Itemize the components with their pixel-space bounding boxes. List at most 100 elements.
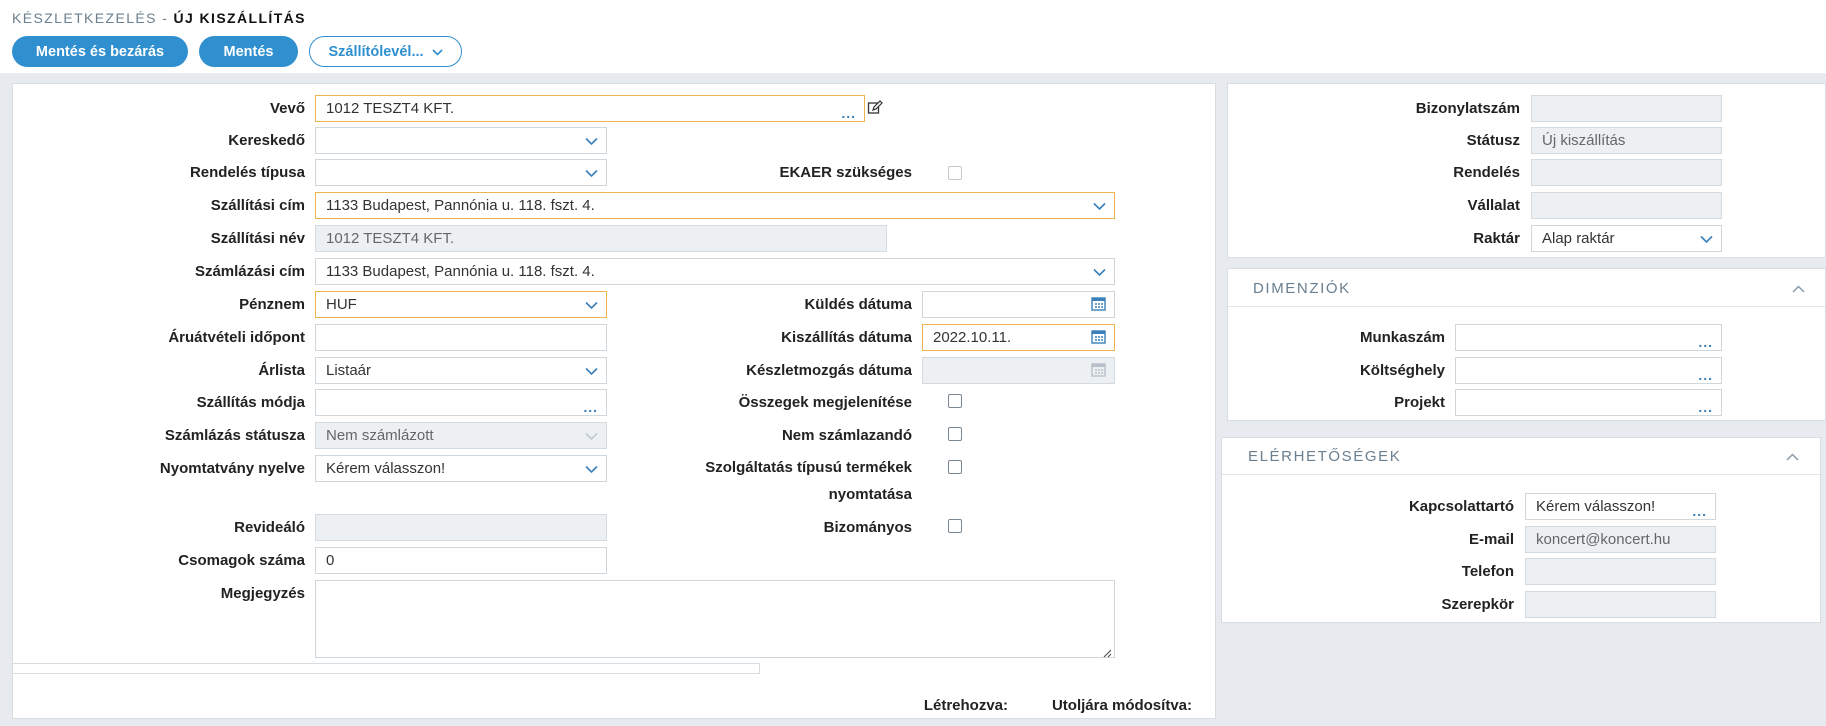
kiszallitas-datuma-value: 2022.10.11. xyxy=(933,329,1012,346)
delivery-note-dropdown-button[interactable]: Szállítólevél... xyxy=(309,36,462,67)
szallitasi-cim-value: 1133 Budapest, Pannónia u. 118. fszt. 4. xyxy=(326,197,595,214)
info-panel xyxy=(1227,83,1826,258)
email-field[interactable]: koncert@koncert.hu xyxy=(1525,526,1716,553)
munkaszam-field[interactable]: ... xyxy=(1455,324,1722,351)
chevron-up-icon[interactable] xyxy=(1792,280,1805,296)
szerepkor-field[interactable] xyxy=(1525,591,1716,618)
revidealo-label: Revideáló xyxy=(234,519,305,536)
szallitasi-nev-value: 1012 TESZT4 KFT. xyxy=(326,230,455,247)
aruatveteli-label: Áruátvételi időpont xyxy=(168,329,305,346)
more-dots-icon[interactable]: ... xyxy=(1692,504,1707,518)
munkaszam-label: Munkaszám xyxy=(1359,329,1445,346)
arlista-select[interactable]: Listaár xyxy=(315,357,607,384)
email-value: koncert@koncert.hu xyxy=(1536,531,1671,548)
kiszallitas-datuma-field[interactable]: 2022.10.11. xyxy=(922,324,1115,351)
vallalat-field[interactable] xyxy=(1531,192,1722,219)
osszegek-checkbox[interactable] xyxy=(948,394,962,408)
szallitas-modja-label: Szállítás módja xyxy=(196,394,305,411)
raktar-label: Raktár xyxy=(1473,230,1520,247)
kereskedo-select[interactable] xyxy=(315,127,607,154)
chevron-down-icon xyxy=(585,461,598,476)
kapcsolattarto-label: Kapcsolattartó xyxy=(1408,498,1514,515)
page-title: ÚJ KISZÁLLÍTÁS xyxy=(173,10,306,26)
szallitasi-nev-field[interactable]: 1012 TESZT4 KFT. xyxy=(315,225,887,252)
csomagok-value: 0 xyxy=(326,552,335,569)
keszletmozgas-datuma-label: Készletmozgás dátuma xyxy=(746,362,912,379)
letrehozva-label: Létrehozva: xyxy=(923,697,1008,714)
szallitasi-cim-label: Szállítási cím xyxy=(210,197,305,214)
rendeles-label: Rendelés xyxy=(1453,164,1520,181)
telefon-field[interactable] xyxy=(1525,558,1716,585)
szolgaltatas-checkbox[interactable] xyxy=(948,460,962,474)
koltseghely-label: Költséghely xyxy=(1359,362,1445,379)
rendeles-field[interactable] xyxy=(1531,159,1722,186)
megjegyzes-textarea[interactable] xyxy=(315,580,1115,658)
megjegyzes-label: Megjegyzés xyxy=(220,585,305,602)
koltseghely-field[interactable]: ... xyxy=(1455,357,1722,384)
more-dots-icon[interactable]: ... xyxy=(1698,400,1713,414)
penznem-select[interactable]: HUF xyxy=(315,291,607,318)
delivery-note-label: Szállítólevél... xyxy=(328,43,424,60)
divider xyxy=(1228,306,1825,307)
horizontal-scrollbar[interactable] xyxy=(12,663,760,674)
edit-icon[interactable] xyxy=(867,100,883,120)
elerhetosegek-title: ELÉRHETŐSÉGEK xyxy=(1248,448,1402,465)
keszletmozgas-datuma-field[interactable] xyxy=(922,357,1115,384)
resize-handle-icon[interactable] xyxy=(1102,645,1112,658)
aruatveteli-field[interactable] xyxy=(315,324,607,351)
calendar-icon[interactable] xyxy=(1091,296,1106,314)
bizonylatszam-field[interactable] xyxy=(1531,95,1722,122)
more-dots-icon[interactable]: ... xyxy=(1698,335,1713,349)
chevron-down-icon xyxy=(585,297,598,312)
kiszallitas-datuma-label: Kiszállítás dátuma xyxy=(781,329,912,346)
szamlazas-statusza-select[interactable]: Nem számlázott xyxy=(315,422,607,449)
statusz-field[interactable]: Új kiszállítás xyxy=(1531,127,1722,154)
projekt-field[interactable]: ... xyxy=(1455,389,1722,416)
szamlazas-statusza-label: Számlázás státusza xyxy=(164,427,305,444)
save-and-close-button[interactable]: Mentés és bezárás xyxy=(12,36,188,67)
ekaer-checkbox[interactable] xyxy=(948,166,962,180)
statusz-value: Új kiszállítás xyxy=(1542,132,1626,149)
szolgaltatas-label: Szolgáltatás típusú termékek nyomtatása xyxy=(705,459,912,503)
rendeles-tipusa-label: Rendelés típusa xyxy=(189,164,305,181)
breadcrumb: KÉSZLETKEZELÉS - ÚJ KISZÁLLÍTÁS xyxy=(12,10,306,26)
arlista-label: Árlista xyxy=(258,362,305,379)
nyomtatvany-nyelve-select[interactable]: Kérem válasszon! xyxy=(315,455,607,482)
szamlazasi-cim-value: 1133 Budapest, Pannónia u. 118. fszt. 4. xyxy=(326,263,595,280)
kereskedo-label: Kereskedő xyxy=(228,132,305,149)
raktar-value: Alap raktár xyxy=(1542,230,1615,247)
bizomanyos-checkbox[interactable] xyxy=(948,519,962,533)
more-dots-icon[interactable]: ... xyxy=(1698,368,1713,382)
projekt-label: Projekt xyxy=(1394,394,1445,411)
kapcsolattarto-field[interactable]: Kérem válasszon! ... xyxy=(1525,493,1716,520)
breadcrumb-parent: KÉSZLETKEZELÉS - xyxy=(12,10,169,26)
email-label: E-mail xyxy=(1468,531,1514,548)
more-dots-icon[interactable]: ... xyxy=(841,106,856,120)
vevo-field[interactable]: 1012 TESZT4 KFT. ... xyxy=(315,95,865,122)
szallitas-modja-field[interactable]: ... xyxy=(315,389,607,416)
penznem-value: HUF xyxy=(326,296,357,313)
rendeles-tipusa-select[interactable] xyxy=(315,159,607,186)
bizonylatszam-label: Bizonylatszám xyxy=(1415,100,1520,117)
szallitasi-nev-label: Szállítási név xyxy=(210,230,305,247)
calendar-icon xyxy=(1091,362,1106,380)
dimenziok-title: DIMENZIÓK xyxy=(1253,280,1351,297)
more-dots-icon[interactable]: ... xyxy=(583,400,598,414)
nyomtatvany-nyelve-value: Kérem válasszon! xyxy=(326,460,446,477)
calendar-icon[interactable] xyxy=(1091,329,1106,347)
vevo-value: 1012 TESZT4 KFT. xyxy=(326,100,455,117)
vallalat-label: Vállalat xyxy=(1467,197,1520,214)
revidealo-field[interactable] xyxy=(315,514,607,541)
divider xyxy=(1222,474,1820,475)
chevron-down-icon xyxy=(585,363,598,378)
kuldes-datuma-field[interactable] xyxy=(922,291,1115,318)
chevron-up-icon[interactable] xyxy=(1786,448,1799,464)
csomagok-field[interactable]: 0 xyxy=(315,547,607,574)
szamlazasi-cim-select[interactable]: 1133 Budapest, Pannónia u. 118. fszt. 4. xyxy=(315,258,1115,285)
raktar-select[interactable]: Alap raktár xyxy=(1531,225,1722,252)
save-button[interactable]: Mentés xyxy=(199,36,298,67)
chevron-down-icon xyxy=(585,133,598,148)
arlista-value: Listaár xyxy=(326,362,372,379)
szallitasi-cim-select[interactable]: 1133 Budapest, Pannónia u. 118. fszt. 4. xyxy=(315,192,1115,219)
nem-szamlazando-checkbox[interactable] xyxy=(948,427,962,441)
